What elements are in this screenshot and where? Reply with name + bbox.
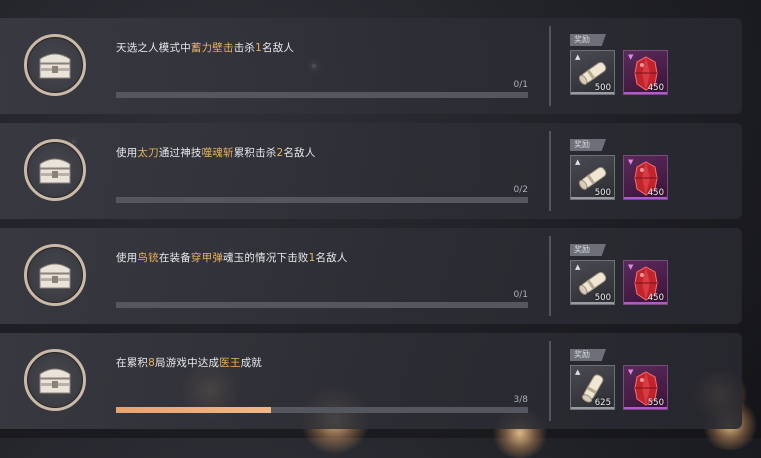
reward-item-scroll[interactable]: ▲ 500 (570, 50, 615, 95)
desc-part: 通过神技 (158, 147, 202, 159)
reward-label: 奖励 (570, 349, 606, 361)
desc-highlight: 医王 (219, 357, 241, 369)
divider (549, 131, 551, 211)
reward-label: 奖励 (570, 244, 606, 256)
rarity-bar (571, 407, 614, 409)
rarity-bar (624, 302, 667, 304)
progress-bar (116, 92, 528, 98)
divider (549, 341, 551, 421)
desc-part: 名敌人 (315, 252, 348, 264)
rarity-bar (624, 407, 667, 409)
progress-count: 0/1 (513, 80, 528, 90)
task-description: 使用太刀通过神技噬魂斩累积击杀2名敌人 (116, 145, 316, 160)
task-description: 在累积8局游戏中达成医王成就 (116, 355, 262, 370)
desc-highlight: 鸟铳 (137, 252, 159, 264)
rarity-bar (571, 197, 614, 199)
desc-part: 击杀 (233, 42, 256, 54)
reward-item-gem[interactable]: ▼ 550 (623, 365, 668, 410)
desc-part: 局游戏中达成 (155, 357, 220, 369)
rarity-bar (571, 302, 614, 304)
desc-part: 天选之人模式中 (116, 42, 191, 54)
task-description: 使用鸟铳在装备穿甲弹魂玉的情况下击败1名敌人 (116, 250, 348, 265)
progress-bar (116, 302, 528, 308)
task-description: 天选之人模式中蓄力壁击击杀1名敌人 (116, 40, 294, 55)
task-card[interactable]: 使用太刀通过神技噬魂斩累积击杀2名敌人 0/2 奖励 ▲ 500 ▼ 450 (0, 123, 742, 219)
reward-item-gem[interactable]: ▼ 450 (623, 155, 668, 200)
desc-part: 魂玉的情况下击败 (223, 252, 309, 264)
reward-item-gem[interactable]: ▼ 450 (623, 50, 668, 95)
desc-highlight: 1 (308, 252, 316, 264)
desc-highlight: 1 (255, 42, 263, 54)
reward-item-scroll[interactable]: ▲ 500 (570, 260, 615, 305)
task-card[interactable]: 天选之人模式中蓄力壁击击杀1名敌人 0/1 奖励 ▲ 500 ▼ 450 (0, 18, 742, 114)
rarity-bar (624, 197, 667, 199)
task-list: 天选之人模式中蓄力壁击击杀1名敌人 0/1 奖励 ▲ 500 ▼ 450 使用太… (0, 0, 761, 438)
reward-label: 奖励 (570, 34, 606, 46)
progress-count: 0/2 (513, 185, 528, 195)
progress-bar (116, 407, 528, 413)
chest-icon (39, 368, 71, 394)
desc-highlight: 8 (148, 357, 155, 369)
desc-part: 在累积 (116, 357, 149, 369)
progress-count: 0/1 (513, 290, 528, 300)
desc-highlight: 蓄力壁击 (190, 42, 234, 54)
treasure-chest-emblem (24, 34, 86, 96)
treasure-chest-emblem (24, 139, 86, 201)
treasure-chest-emblem (24, 349, 86, 411)
desc-highlight: 太刀 (137, 147, 159, 159)
task-card[interactable]: 使用鸟铳在装备穿甲弹魂玉的情况下击败1名敌人 0/1 奖励 ▲ 500 ▼ 45… (0, 228, 742, 324)
desc-part: 使用 (116, 252, 138, 264)
progress-count: 3/8 (513, 395, 528, 405)
chest-icon (39, 263, 71, 289)
rarity-bar (624, 92, 667, 94)
desc-highlight: 穿甲弹 (190, 252, 224, 264)
desc-part: 成就 (240, 357, 263, 369)
divider (549, 236, 551, 316)
divider (549, 26, 551, 106)
chest-icon (39, 53, 71, 79)
reward-item-scroll[interactable]: ▲ 500 (570, 155, 615, 200)
reward-item-gem[interactable]: ▼ 450 (623, 260, 668, 305)
progress-bar (116, 197, 528, 203)
chest-icon (39, 158, 71, 184)
progress-fill (116, 407, 271, 413)
desc-part: 使用 (116, 147, 138, 159)
desc-part: 累积击杀 (233, 147, 277, 159)
desc-part: 在装备 (158, 252, 191, 264)
reward-label: 奖励 (570, 139, 606, 151)
rarity-bar (571, 92, 614, 94)
task-card[interactable]: 在累积8局游戏中达成医王成就 3/8 奖励 ▲ 625 ▼ 550 (0, 333, 742, 429)
desc-part: 名敌人 (283, 147, 316, 159)
desc-highlight: 噬魂斩 (201, 147, 234, 159)
treasure-chest-emblem (24, 244, 86, 306)
desc-part: 名敌人 (262, 42, 295, 54)
reward-item-scroll[interactable]: ▲ 625 (570, 365, 615, 410)
